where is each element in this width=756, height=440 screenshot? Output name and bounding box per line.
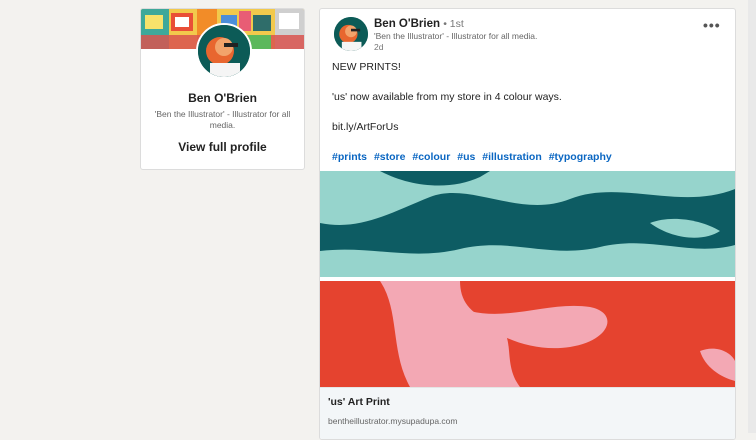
hashtag[interactable]: #prints [332, 151, 367, 163]
hashtag[interactable]: #typography [549, 151, 612, 163]
more-options-icon[interactable]: ••• [703, 17, 721, 33]
link-preview-url: bentheillustrator.mysupadupa.com [328, 416, 458, 426]
author-headline: 'Ben the Illustrator' - Illustrator for … [374, 31, 538, 41]
post-image-red[interactable] [320, 281, 735, 387]
profile-card: Ben O'Brien 'Ben the Illustrator' - Illu… [140, 8, 305, 170]
hashtag[interactable]: #us [457, 151, 475, 163]
hashtag[interactable]: #store [374, 151, 406, 163]
hashtag[interactable]: #illustration [482, 151, 542, 163]
post-card: Ben O'Brien • 1st 'Ben the Illustrator' … [319, 8, 736, 440]
avatar[interactable] [196, 23, 252, 79]
post-text-line: NEW PRINTS! [332, 61, 401, 73]
hashtag[interactable]: #colour [412, 151, 450, 163]
author-avatar[interactable] [334, 17, 368, 51]
page-scrollbar[interactable] [748, 0, 756, 433]
post-timestamp: 2d [374, 42, 384, 52]
hashtag-list: #prints #store #colour #us #illustration… [332, 151, 616, 163]
connection-degree: • 1st [443, 18, 464, 30]
post-link-text[interactable]: bit.ly/ArtForUs [332, 121, 399, 133]
link-preview[interactable]: 'us' Art Print bentheillustrator.mysupad… [320, 387, 735, 439]
post-author: Ben O'Brien • 1st [374, 17, 464, 31]
view-full-profile-button[interactable]: View full profile [141, 140, 304, 154]
post-image-teal[interactable] [320, 171, 735, 277]
author-name[interactable]: Ben O'Brien [374, 18, 440, 30]
link-preview-title[interactable]: 'us' Art Print [328, 396, 390, 408]
profile-name[interactable]: Ben O'Brien [141, 91, 304, 105]
profile-headline: 'Ben the Illustrator' - Illustrator for … [154, 109, 291, 130]
post-text-line: 'us' now available from my store in 4 co… [332, 91, 562, 103]
